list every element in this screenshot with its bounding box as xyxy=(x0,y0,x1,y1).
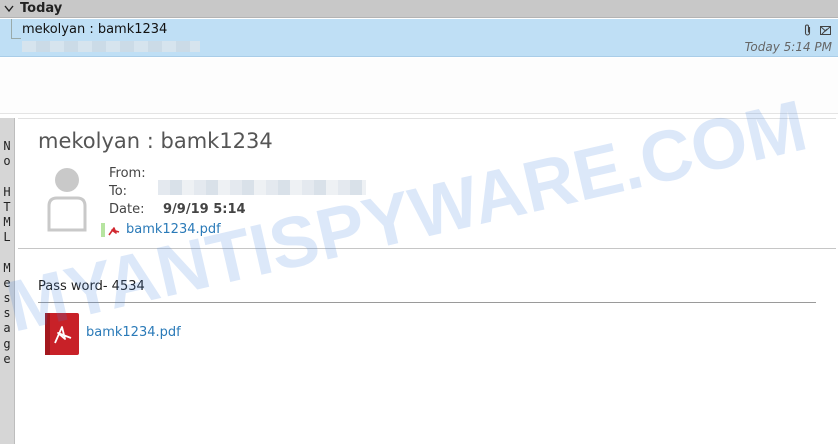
body-separator xyxy=(38,302,816,303)
thread-line xyxy=(11,19,12,39)
recipient-redacted xyxy=(158,180,366,195)
pdf-file-icon[interactable] xyxy=(45,313,79,355)
paperclip-icon xyxy=(803,22,813,41)
group-label: Today xyxy=(20,1,63,16)
header-separator xyxy=(18,248,836,249)
message-subject: mekolyan : bamk1234 xyxy=(22,22,168,37)
message-body-text: Pass word- 4534 xyxy=(38,279,145,294)
message-list-empty-area xyxy=(0,58,838,114)
chevron-down-icon[interactable] xyxy=(0,0,18,18)
message-row[interactable]: mekolyan : bamk1234 Today 5:14 PM xyxy=(0,19,838,57)
to-label: To: xyxy=(109,184,128,199)
contact-avatar-icon xyxy=(47,168,87,232)
preview-subject: mekolyan : bamk1234 xyxy=(38,129,273,153)
date-value: 9/9/19 5:14 xyxy=(163,202,246,217)
message-sender-redacted xyxy=(22,41,200,52)
pdf-icon xyxy=(108,227,120,236)
forward-icon[interactable] xyxy=(819,22,832,41)
attachment-marker xyxy=(101,223,105,237)
no-html-message-label: N o H T M L M e s s a g e xyxy=(3,139,11,366)
from-label: From: xyxy=(109,166,146,181)
header-attachment-link[interactable]: bamk1234.pdf xyxy=(126,222,221,237)
message-date: Today 5:14 PM xyxy=(744,40,832,54)
group-header-today[interactable]: Today xyxy=(0,0,838,18)
body-attachment-link[interactable]: bamk1234.pdf xyxy=(86,325,181,340)
thread-line-branch xyxy=(11,38,21,39)
date-label: Date: xyxy=(109,202,145,217)
